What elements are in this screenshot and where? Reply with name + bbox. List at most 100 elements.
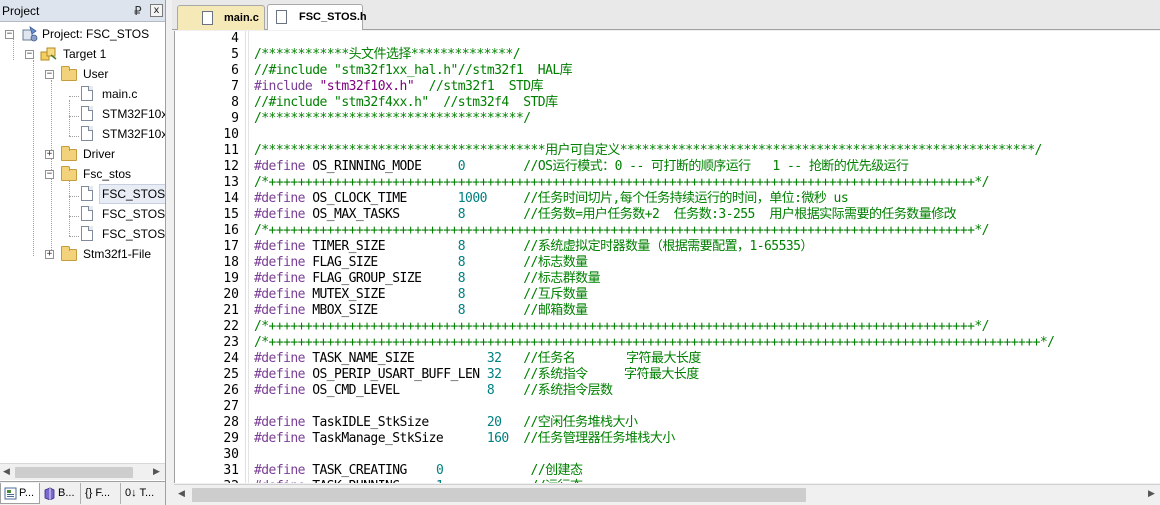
line-number: 12 [223,159,239,174]
code-token: #define [254,303,313,318]
project-pane-bottom-tabs: P... B... {} F... 0↓ T... [0,481,165,505]
code-token: #define [254,271,313,286]
line-number: 26 [223,383,239,398]
pin-icon[interactable]: ₽ [134,4,142,18]
line-number: 6 [231,63,239,78]
tree-item-target[interactable]: − Target 1 [0,44,165,64]
code-token: TIMER_SIZE [312,239,458,254]
tree-item-label: STM32F10x_ [102,107,165,121]
tree-item-file[interactable]: STM32F10x_ [0,104,165,124]
code-line: /*++++++++++++++++++++++++++++++++++++++… [254,335,1055,351]
code-token: //标志群数量 [465,271,601,286]
books-tab-icon [43,487,56,501]
project-pane-header: Project ₽ x [0,0,165,22]
line-number: 20 [223,287,239,302]
code-token: 32 [486,351,502,366]
code-token: /************************************/ [254,111,531,126]
code-token: #define [254,415,313,430]
tab-templates[interactable]: 0↓ T... [121,483,165,504]
tab-books[interactable]: B... [40,483,81,504]
code-token: //互斥数量 [465,287,588,302]
scrollbar-thumb[interactable] [192,488,806,502]
code-token: //标志数量 [465,255,588,270]
tree-item-folder-driver[interactable]: + Driver [0,144,165,164]
code-token: //OS运行模式：0 -- 可打断的顺序运行 1 -- 抢断的优先级运行 [465,159,909,174]
code-token: OS_PERIP_USART_BUFF_LEN [312,367,487,382]
expand-icon[interactable]: + [45,250,54,259]
line-number: 29 [223,431,239,446]
code-token: 160 [486,431,509,446]
line-number: 22 [223,319,239,334]
tab-fsc-stos-h[interactable]: FSC_STOS.h [267,4,367,30]
code-token: 0 [457,159,466,174]
scroll-left-icon[interactable]: ◀ [178,489,185,499]
line-number: 16 [223,223,239,238]
expand-icon[interactable]: + [45,150,54,159]
tree-item-label: Project: FSC_STOS [42,27,150,41]
code-token: 8 [457,303,466,318]
scrollbar-thumb[interactable] [15,467,133,478]
editor-hscrollbar[interactable]: ◀ ▶ [174,484,1160,505]
tree-item-file[interactable]: FSC_STOS.a [0,224,165,244]
collapse-icon[interactable]: − [45,70,54,79]
code-token: //运行态 [443,479,583,483]
tree-item-folder-user[interactable]: − User [0,64,165,84]
code-token: #include [254,79,320,94]
code-token: 8 [457,287,466,302]
code-token: #define [254,207,313,222]
project-icon [22,26,38,42]
code-token: MBOX_SIZE [312,303,458,318]
code-line: /*++++++++++++++++++++++++++++++++++++++… [254,319,990,335]
tab-functions[interactable]: {} F... [81,483,121,504]
tree-item-folder-stm32f1-file[interactable]: + Stm32f1-File [0,244,165,264]
line-number: 25 [223,367,239,382]
code-token: /***************************************… [254,143,1042,158]
collapse-icon[interactable]: − [45,170,54,179]
tree-item-project[interactable]: − Project: FSC_STOS [0,24,165,44]
file-icon [81,106,93,121]
tab-project[interactable]: P... [0,483,40,504]
scroll-right-icon[interactable]: ▶ [153,467,160,477]
line-number: 8 [231,95,239,110]
tree-item-folder-fsc-stos[interactable]: − Fsc_stos [0,164,165,184]
tab-label: main.c [224,12,259,24]
code-token: //任务数=用户任务数+2 任务数:3-255 用户根据实际需要的任务数量修改 [465,207,957,222]
scroll-left-icon[interactable]: ◀ [3,467,10,477]
line-number: 15 [223,207,239,222]
line-number: 19 [223,271,239,286]
folder-icon [61,66,77,81]
code-token: TaskIDLE_StkSize [312,415,487,430]
scroll-right-icon[interactable]: ▶ [1148,489,1155,499]
close-icon[interactable]: x [150,4,163,17]
tab-main-c[interactable]: main.c [177,5,265,30]
line-number: 9 [231,111,239,126]
collapse-icon[interactable]: − [25,50,34,59]
code-token: 1000 [457,191,488,206]
line-number: 18 [223,255,239,270]
code-token: //邮箱数量 [465,303,588,318]
tree-item-file[interactable]: STM32F10xI [0,124,165,144]
code-token: 20 [486,415,502,430]
tree-item-file[interactable]: FSC_STOS.c [0,204,166,224]
tree-item-file[interactable]: FSC_STOS.h [0,184,165,204]
folder-icon [61,166,77,181]
code-token: #define [254,351,313,366]
file-icon [276,10,287,24]
editor-tab-bar: main.c FSC_STOS.h [172,0,1160,30]
project-pane-hscrollbar[interactable]: ◀ ▶ [0,463,165,480]
code-line: /***************************************… [254,143,1042,159]
code-line: /************************************/ [254,111,531,127]
tree-item-label: FSC_STOS.c [102,207,166,221]
code-line: #define OS_CLOCK_TIME 1000 //任务时间切片,每个任务… [254,191,849,207]
line-number: 4 [231,31,239,46]
tab-label: P... [19,487,35,499]
code-token: #define [254,191,313,206]
collapse-icon[interactable]: − [5,30,14,39]
code-editor[interactable]: 4 5 6 7 8 9 10 11 12 13 14 15 16 17 18 19 20 21 22 23 24 25 26… [174,31,1160,483]
tree-item-file[interactable]: main.c [0,84,165,104]
tree-item-label: Driver [83,147,115,161]
code-token: //任务管理器任务堆栈大小 [508,431,675,446]
code-token: /*++++++++++++++++++++++++++++++++++++++… [254,175,990,190]
code-token: //#include "stm32f4xx.h" //stm32f4 STD库 [254,95,558,110]
functions-tab-icon: {} F... [85,487,111,499]
